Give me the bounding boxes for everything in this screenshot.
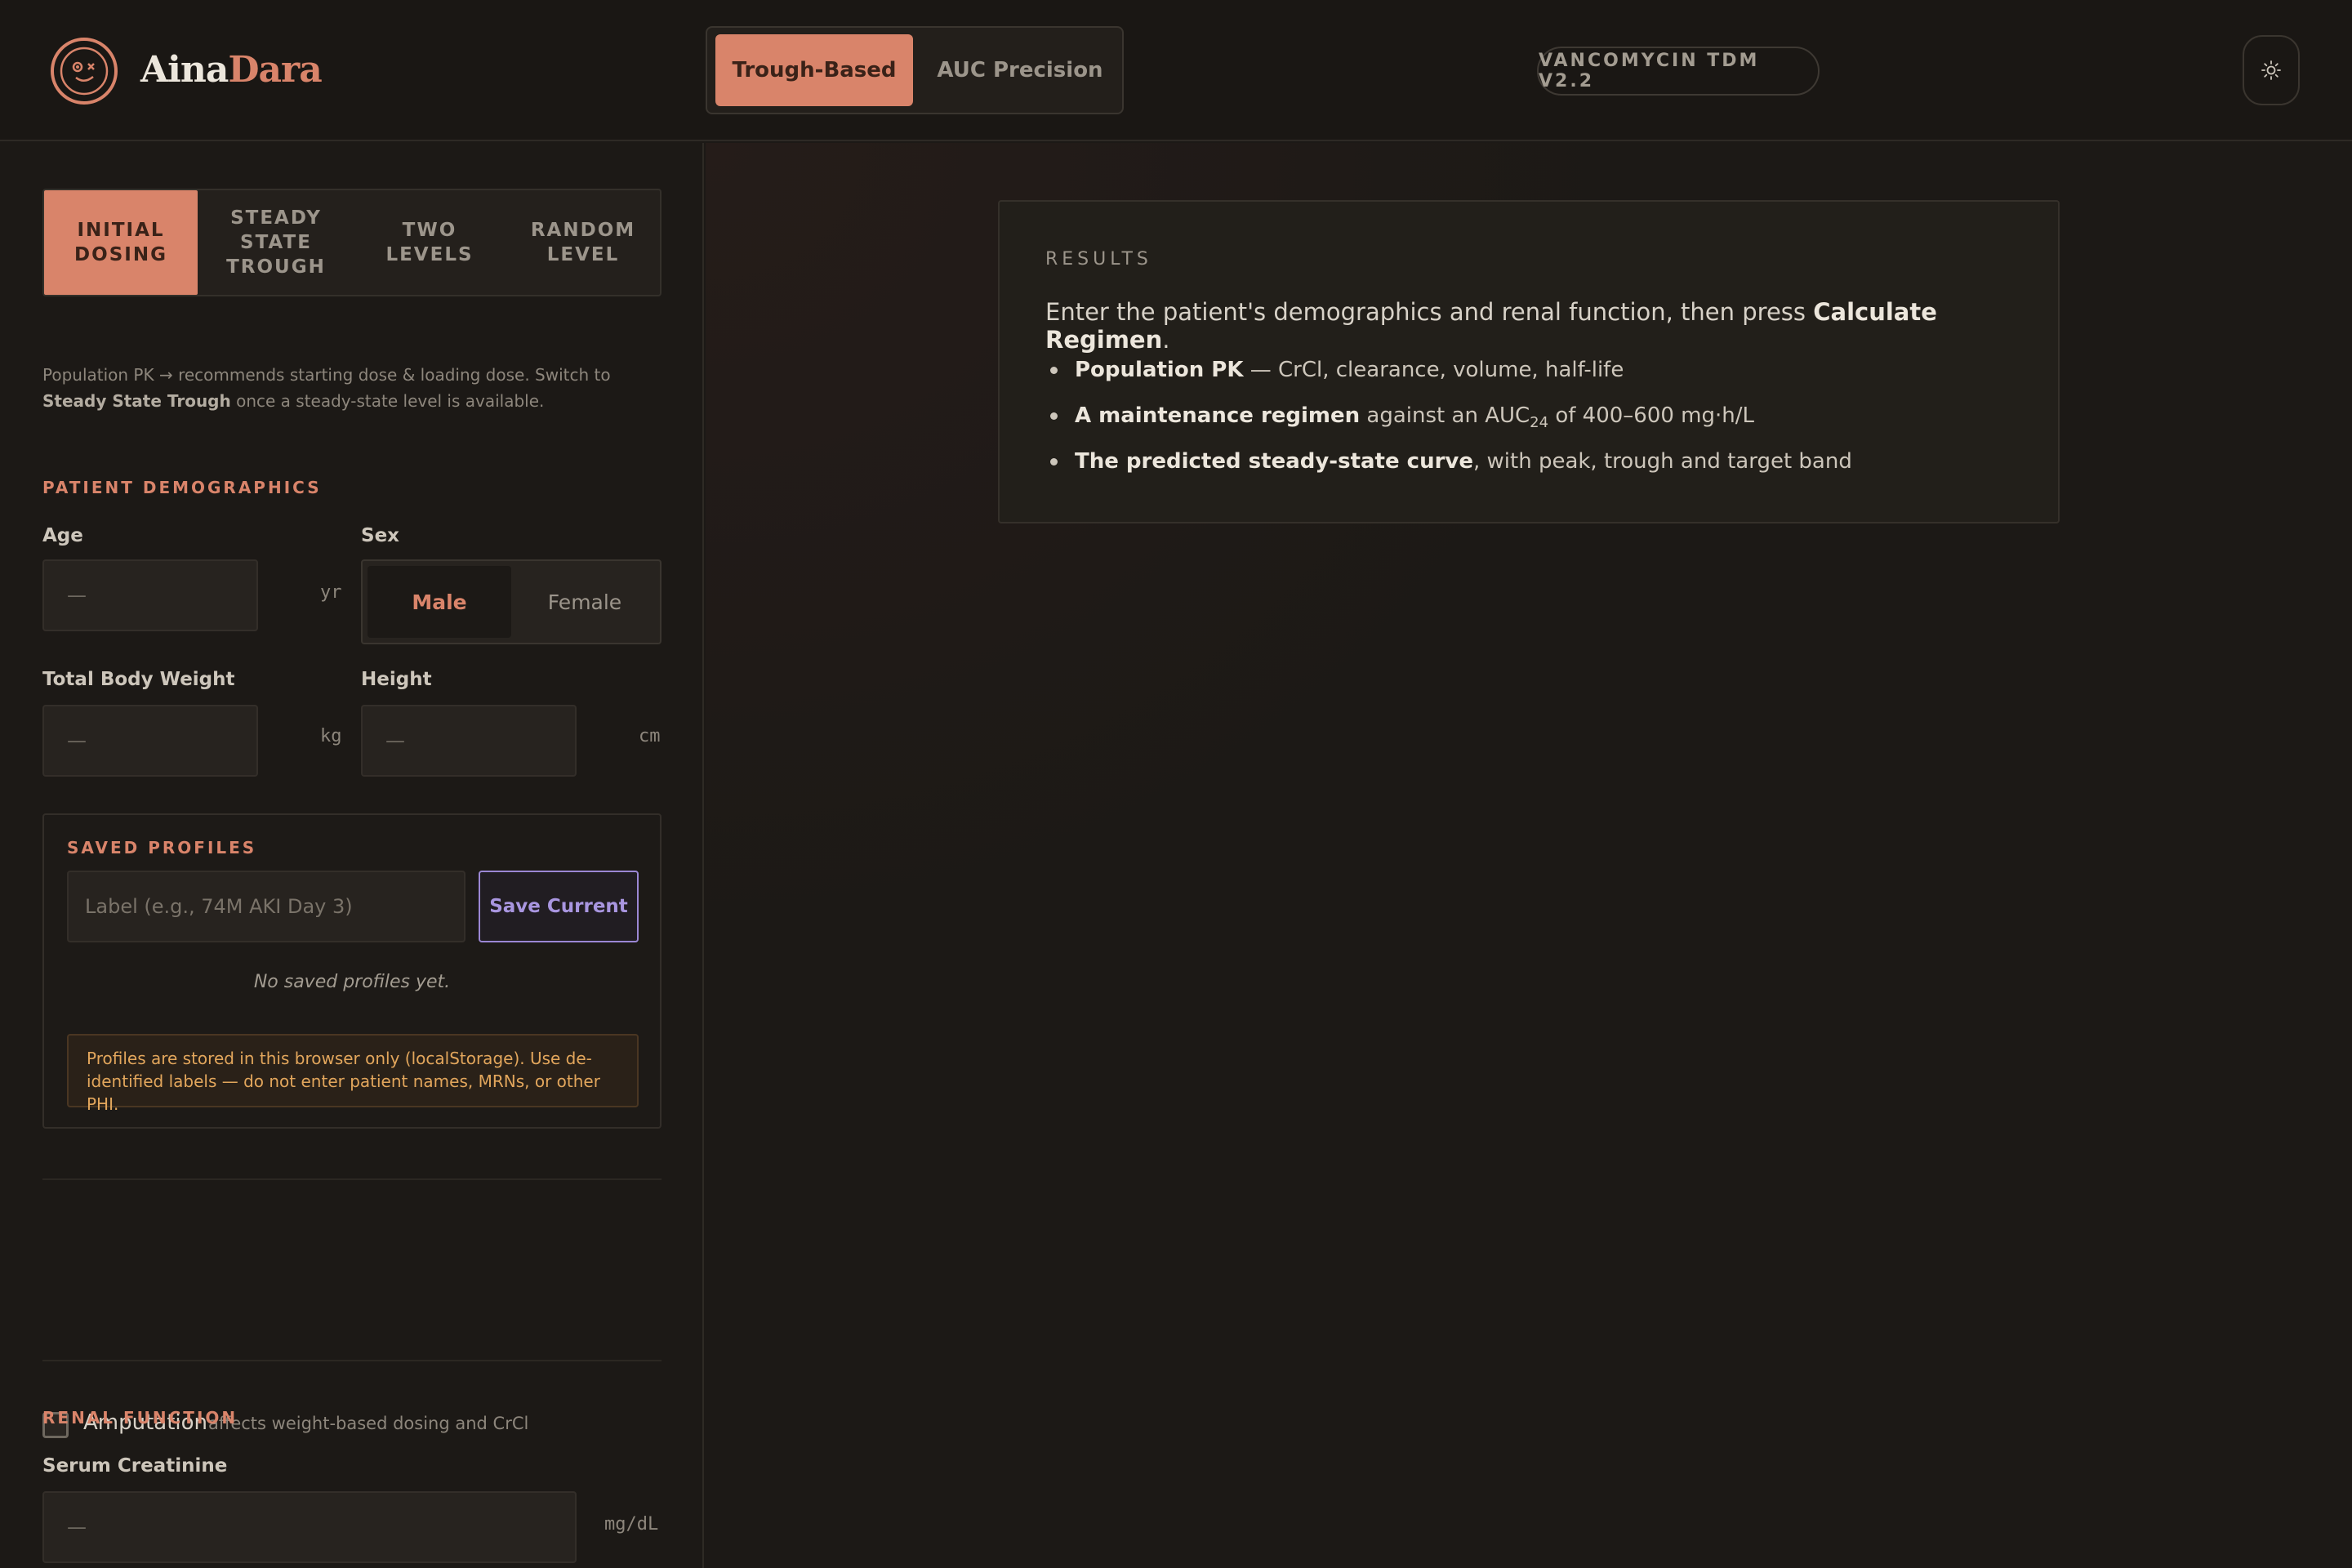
height-label: Height [361,669,432,690]
renal-section-title: RENAL FUNCTION [42,1408,238,1428]
brand-name-part1: Aina [140,49,229,91]
logo-icon [51,38,118,105]
results-area: RESULTS Enter the patient's demographics… [706,143,2352,1568]
sex-female-option[interactable]: Female [513,566,657,638]
empty-profiles-message: No saved profiles yet. [253,972,451,992]
sex-male-option[interactable]: Male [368,566,511,638]
height-unit: cm [639,726,661,746]
hint-emphasis: Steady State Trough [42,391,231,411]
phi-warning: Profiles are stored in this browser only… [67,1034,639,1114]
results-list: Population PK — CrCl, clearance, volume,… [1045,354,1852,491]
intro-text-end: . [1162,326,1170,354]
app-root: AinaDara Trough-Based AUC Precision VANC… [0,0,2352,1568]
saved-profiles-title: SAVED PROFILES [67,838,257,858]
item-subscript: 24 [1530,414,1549,432]
subtab-label: STEADY STATE TROUGH [226,207,326,278]
section-divider [42,1178,662,1180]
subtab-two-levels[interactable]: TWO LEVELS [353,190,506,295]
subtab-random-level[interactable]: RANDOM LEVEL [506,190,660,295]
demographics-section-title: PATIENT DEMOGRAPHICS [42,478,322,497]
sex-label: Sex [361,525,399,546]
age-label: Age [42,525,83,546]
results-card: RESULTS Enter the patient's demographics… [998,200,2060,523]
results-intro: Enter the patient's demographics and ren… [1045,298,2058,354]
list-item: The predicted steady-state curve, with p… [1045,445,1852,491]
brand-name: AinaDara [140,46,323,95]
theme-toggle-button[interactable] [2243,35,2300,105]
subtab-initial-dosing[interactable]: INITIAL DOSING [44,190,198,295]
calculation-subtabs: INITIAL DOSING STEADY STATE TROUGH TWO L… [42,189,662,296]
serum-creatinine-label: Serum Creatinine [42,1455,228,1477]
serum-creatinine-unit: mg/dL [604,1514,659,1535]
save-current-button[interactable]: Save Current [479,871,639,942]
mode-switch: Trough-Based AUC Precision [706,26,1124,114]
subtab-label: INITIAL DOSING [74,220,167,265]
hint-text-end: once a steady-state level is available. [230,391,545,411]
results-title: RESULTS [1045,249,1152,270]
section-divider [42,1360,662,1361]
brand-name-part2: Dara [228,49,322,91]
top-header: AinaDara Trough-Based AUC Precision VANC… [0,0,2352,141]
sex-toggle: Male Female [361,559,662,644]
weight-label: Total Body Weight [42,669,235,690]
serum-creatinine-input[interactable]: — [42,1491,577,1563]
sun-icon [2261,60,2281,80]
list-item: A maintenance regimen against an AUC24 o… [1045,399,1852,445]
profile-label-input[interactable]: Label (e.g., 74M AKI Day 3) [67,871,466,942]
mode-trough-based-button[interactable]: Trough-Based [715,34,913,106]
item-text: against an AUC [1360,403,1530,428]
amputation-hint: affects weight-based dosing and CrCl [208,1414,529,1433]
mode-auc-precision-button[interactable]: AUC Precision [921,34,1119,106]
item-bold: A maintenance regimen [1075,403,1361,428]
item-text-end: of 400–600 mg·h/L [1548,403,1755,428]
subtab-label: TWO LEVELS [385,220,474,265]
version-badge: VANCOMYCIN TDM V2.2 [1537,47,1820,96]
mode-hint: Population PK → recommends starting dose… [42,362,663,414]
list-item: Population PK — CrCl, clearance, volume,… [1045,354,1852,399]
hint-text: Population PK → recommends starting dose… [42,365,611,385]
subtab-steady-state-trough[interactable]: STEADY STATE TROUGH [199,190,353,295]
weight-unit: kg [320,726,342,746]
input-sidebar: INITIAL DOSING STEADY STATE TROUGH TWO L… [0,143,704,1568]
weight-input[interactable]: — [42,705,258,777]
intro-text: Enter the patient's demographics and ren… [1045,298,1814,326]
item-text: — CrCl, clearance, volume, half-life [1243,358,1624,382]
item-text: , with peak, trough and target band [1472,449,1852,474]
item-bold: The predicted steady-state curve [1075,449,1473,474]
age-unit: yr [320,582,342,603]
item-bold: Population PK [1075,358,1244,382]
height-input[interactable]: — [361,705,577,777]
age-input[interactable]: — [42,559,258,631]
saved-profiles-panel: SAVED PROFILES Label (e.g., 74M AKI Day … [42,813,662,1129]
subtab-label: RANDOM LEVEL [530,220,636,265]
